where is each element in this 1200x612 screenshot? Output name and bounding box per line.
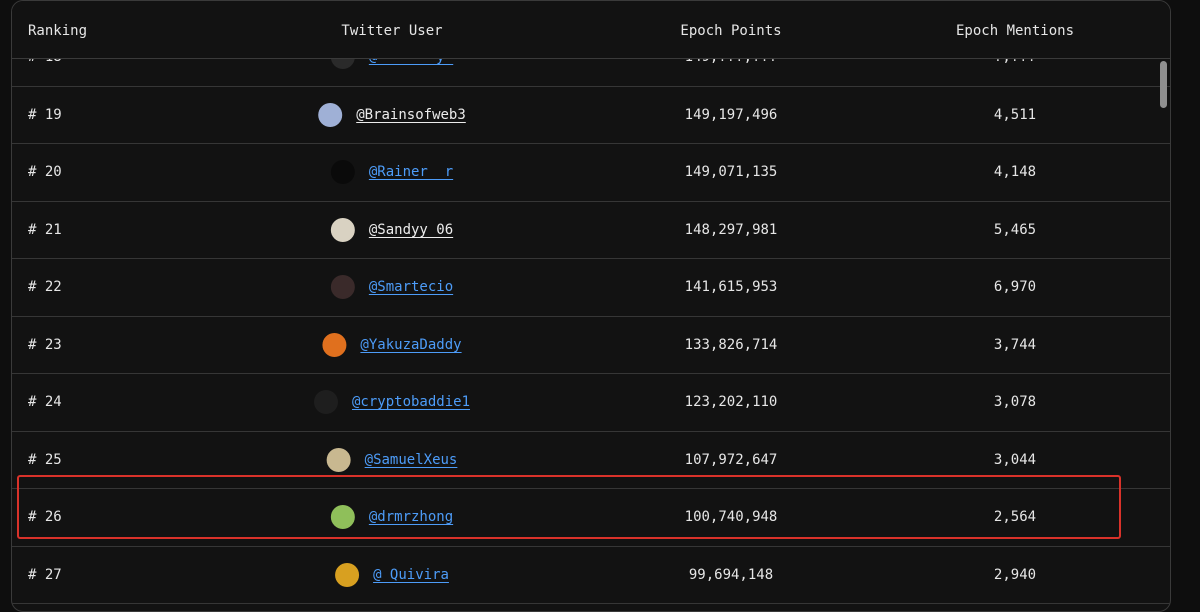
- scrollbar-thumb[interactable]: [1160, 61, 1167, 108]
- epoch-mentions-cell: 3,044: [993, 451, 1037, 468]
- epoch-points-cell: 133,826,714: [684, 336, 778, 353]
- twitter-handle-link[interactable]: @drmrzhong: [369, 509, 453, 525]
- epoch-mentions-cell: 2,564: [993, 509, 1037, 526]
- header-twitter-user[interactable]: Twitter User: [341, 22, 442, 40]
- rank-cell: # 27: [28, 566, 62, 583]
- epoch-mentions-cell: 6,970: [993, 279, 1037, 296]
- user-cell: @Sandyy_06: [330, 217, 453, 242]
- epoch-points-cell: 149,071,135: [684, 164, 778, 181]
- epoch-points-cell: 107,972,647: [684, 451, 778, 468]
- epoch-mentions-cell: 4,511: [993, 106, 1037, 123]
- user-cell: @YakuzaDaddy: [322, 332, 462, 357]
- avatar: [330, 160, 355, 185]
- twitter-handle-link[interactable]: @Rainer__r: [369, 164, 453, 180]
- epoch-mentions-cell: 3,078: [993, 394, 1037, 411]
- avatar: [330, 217, 355, 242]
- rank-cell: # 24: [28, 394, 62, 411]
- table-row: # 21 @Sandyy_06 148,297,981 5,465: [12, 202, 1170, 259]
- avatar: [330, 505, 355, 530]
- twitter-handle-link[interactable]: @Brainsofweb3: [356, 107, 466, 123]
- table-row: # 26 @drmrzhong 100,740,948 2,564: [12, 489, 1170, 547]
- user-cell: @Smartecio: [330, 275, 453, 300]
- avatar: [322, 332, 347, 357]
- twitter-handle-link[interactable]: @Smartecio: [369, 279, 453, 295]
- twitter-handle-link[interactable]: @SamuelXeus: [365, 452, 458, 468]
- rank-cell: # 25: [28, 451, 62, 468]
- twitter-handle-link[interactable]: @cryptobaddie1: [352, 394, 470, 410]
- leaderboard-panel: Ranking Twitter User Epoch Points Epoch …: [11, 0, 1171, 612]
- user-cell: @SamuelXeus: [326, 447, 458, 472]
- table-row: # 27 @_Quivira 99,694,148 2,940: [12, 547, 1170, 604]
- header-epoch-points[interactable]: Epoch Points: [680, 22, 781, 40]
- header-epoch-mentions[interactable]: Epoch Mentions: [956, 22, 1074, 40]
- table-row: # 24 @cryptobaddie1 123,202,110 3,078: [12, 374, 1170, 432]
- epoch-mentions-cell: 4,148: [993, 164, 1037, 181]
- table-row: # 22 @Smartecio 141,615,953 6,970: [12, 259, 1170, 317]
- user-cell: @cryptobaddie1: [313, 390, 470, 415]
- epoch-mentions-cell: 3,744: [993, 336, 1037, 353]
- epoch-points-cell: 99,694,148: [688, 566, 774, 583]
- rank-cell: # 22: [28, 279, 62, 296]
- table-body: # 18@_______y_149,???,????,???# 19@Brain…: [12, 29, 1170, 604]
- avatar: [330, 275, 355, 300]
- user-cell: @Rainer__r: [330, 160, 453, 185]
- rank-cell: # 23: [28, 336, 62, 353]
- user-cell: @_Quivira: [335, 562, 449, 587]
- header-ranking[interactable]: Ranking: [28, 22, 87, 40]
- table-header: Ranking Twitter User Epoch Points Epoch …: [12, 1, 1170, 59]
- table-row: # 20 @Rainer__r 149,071,135 4,148: [12, 144, 1170, 202]
- epoch-points-cell: 148,297,981: [684, 221, 778, 238]
- epoch-points-cell: 149,197,496: [684, 106, 778, 123]
- rank-cell: # 20: [28, 164, 62, 181]
- epoch-points-cell: 123,202,110: [684, 394, 778, 411]
- table-row: # 19 @Brainsofweb3 149,197,496 4,511: [12, 87, 1170, 144]
- rank-cell: # 26: [28, 509, 62, 526]
- rank-cell: # 21: [28, 221, 62, 238]
- avatar: [313, 390, 338, 415]
- epoch-points-cell: 141,615,953: [684, 279, 778, 296]
- epoch-mentions-cell: 5,465: [993, 221, 1037, 238]
- twitter-handle-link[interactable]: @YakuzaDaddy: [360, 337, 461, 353]
- epoch-mentions-cell: 2,940: [993, 566, 1037, 583]
- avatar: [335, 562, 360, 587]
- avatar: [326, 447, 351, 472]
- table-row: # 25 @SamuelXeus 107,972,647 3,044: [12, 432, 1170, 489]
- table-row: # 23 @YakuzaDaddy 133,826,714 3,744: [12, 317, 1170, 374]
- user-cell: @drmrzhong: [330, 505, 453, 530]
- rank-cell: # 19: [28, 106, 62, 123]
- scrollbar[interactable]: [1156, 58, 1170, 611]
- avatar: [318, 102, 343, 127]
- twitter-handle-link[interactable]: @_Quivira: [373, 567, 449, 583]
- epoch-points-cell: 100,740,948: [684, 509, 778, 526]
- user-cell: @Brainsofweb3: [318, 102, 466, 127]
- twitter-handle-link[interactable]: @Sandyy_06: [369, 222, 453, 238]
